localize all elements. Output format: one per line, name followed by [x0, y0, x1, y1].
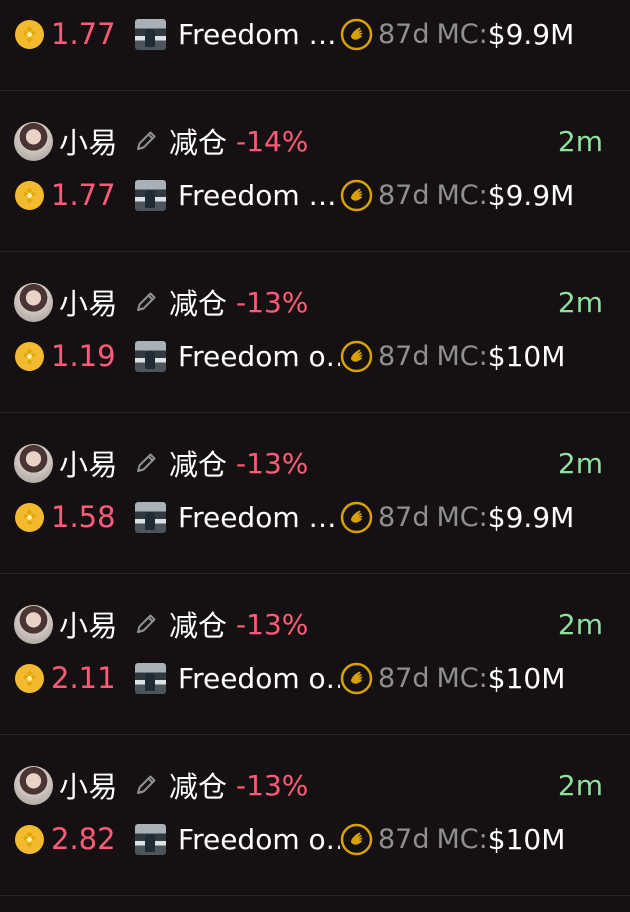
- trade-action: 减仓: [169, 126, 228, 160]
- trade-action: 减仓: [169, 448, 228, 482]
- trade-amount: 1.77: [51, 178, 116, 212]
- position-change-percent: -13%: [236, 607, 309, 641]
- trade-detail-row: 1.19 Freedom o… 87d MC: $10M: [14, 334, 603, 378]
- user-avatar[interactable]: [14, 282, 53, 322]
- pencil-icon: [131, 126, 161, 156]
- trade-card[interactable]: 1.77 Freedom … 87d MC: $9.9M: [0, 0, 630, 91]
- token-name[interactable]: Freedom …: [178, 179, 340, 212]
- token-name[interactable]: Freedom o…: [178, 340, 340, 373]
- token-age: 87d: [378, 501, 430, 533]
- user-name[interactable]: 小易: [59, 603, 118, 645]
- trade-amount: 2.82: [51, 822, 116, 856]
- market-cap-value: $10M: [487, 661, 566, 695]
- user-name[interactable]: 小易: [59, 120, 118, 162]
- user-avatar[interactable]: [14, 765, 53, 805]
- position-change-percent: -13%: [236, 285, 309, 319]
- bnb-icon: [14, 824, 45, 855]
- market-cap-value: $9.9M: [487, 178, 575, 212]
- token-age: 87d: [378, 18, 430, 50]
- trade-action: 减仓: [169, 609, 228, 643]
- token-age: 87d: [378, 662, 430, 694]
- trade-header-row: 小易 减仓 -13% 2m: [14, 280, 603, 324]
- trade-amount: 1.58: [51, 500, 116, 534]
- market-cap-label: MC:: [436, 662, 488, 694]
- pencil-icon: [131, 770, 161, 800]
- token-name[interactable]: Freedom o…: [178, 662, 340, 695]
- market-cap-label: MC:: [436, 823, 488, 855]
- market-cap-value: $10M: [487, 339, 566, 373]
- trade-card[interactable]: 小易 减仓 -13% 2m 1.19 Freedom o… 87d MC: $10M: [0, 252, 630, 413]
- trade-card[interactable]: 小易 减仓 -13% 2m 2.82 Freedom o… 87d MC: $10M: [0, 735, 630, 896]
- trade-feed: 1.77 Freedom … 87d MC: $9.9M 小易 减仓 -14% 2m 1.77 Fr…: [0, 0, 630, 912]
- token-avatar[interactable]: [135, 340, 166, 372]
- token-avatar[interactable]: [135, 179, 166, 211]
- pencil-icon: [131, 609, 161, 639]
- trade-detail-row: 2.82 Freedom o… 87d MC: $10M: [14, 817, 603, 861]
- trade-card[interactable]: 小易 减仓 -13% 2m 1.58 Freedom … 87d MC: $9.9M: [0, 413, 630, 574]
- waving-hand-icon: [340, 501, 373, 534]
- trade-amount: 1.77: [51, 17, 116, 51]
- market-cap-value: $9.9M: [487, 500, 575, 534]
- bnb-icon: [14, 663, 45, 694]
- user-name[interactable]: 小易: [59, 281, 118, 323]
- token-name[interactable]: Freedom o…: [178, 823, 340, 856]
- trade-detail-row: 1.58 Freedom … 87d MC: $9.9M: [14, 495, 603, 539]
- pencil-icon: [131, 448, 161, 478]
- market-cap-value: $10M: [487, 822, 566, 856]
- trade-amount: 1.19: [51, 339, 116, 373]
- trade-header-row: 小易 减仓 -13% 2m: [14, 441, 603, 485]
- token-age: 87d: [378, 340, 430, 372]
- token-name[interactable]: Freedom …: [178, 501, 340, 534]
- bnb-icon: [14, 19, 45, 50]
- position-change-percent: -14%: [236, 124, 309, 158]
- trade-detail-row: 1.77 Freedom … 87d MC: $9.9M: [14, 173, 603, 217]
- trade-header-row: 小易 减仓 -13% 2m: [14, 763, 603, 807]
- trade-card[interactable]: 小易 减仓 -13% 2m 2.11 Freedom o… 87d MC: $10M: [0, 574, 630, 735]
- trade-action: 减仓: [169, 770, 228, 804]
- trade-detail-row: 2.11 Freedom o… 87d MC: $10M: [14, 656, 603, 700]
- position-change-percent: -13%: [236, 768, 309, 802]
- trade-amount: 2.11: [51, 661, 116, 695]
- token-name[interactable]: Freedom …: [178, 18, 340, 51]
- market-cap-label: MC:: [436, 179, 488, 211]
- trade-detail-row: 1.77 Freedom … 87d MC: $9.9M: [14, 12, 603, 56]
- market-cap-label: MC:: [436, 501, 488, 533]
- token-age: 87d: [378, 179, 430, 211]
- market-cap-label: MC:: [436, 340, 488, 372]
- user-name[interactable]: 小易: [59, 764, 118, 806]
- waving-hand-icon: [340, 823, 373, 856]
- token-avatar[interactable]: [135, 18, 166, 50]
- bnb-icon: [14, 341, 45, 372]
- pencil-icon: [131, 287, 161, 317]
- user-avatar[interactable]: [14, 443, 53, 483]
- position-change-percent: -13%: [236, 446, 309, 480]
- user-avatar[interactable]: [14, 604, 53, 644]
- market-cap-label: MC:: [436, 18, 488, 50]
- waving-hand-icon: [340, 179, 373, 212]
- token-avatar[interactable]: [135, 662, 166, 694]
- token-avatar[interactable]: [135, 823, 166, 855]
- trade-action: 减仓: [169, 287, 228, 321]
- waving-hand-icon: [340, 18, 373, 51]
- waving-hand-icon: [340, 662, 373, 695]
- trade-time: 2m: [557, 446, 603, 480]
- trade-time: 2m: [557, 124, 603, 158]
- token-avatar[interactable]: [135, 501, 166, 533]
- bnb-icon: [14, 180, 45, 211]
- waving-hand-icon: [340, 340, 373, 373]
- market-cap-value: $9.9M: [487, 17, 575, 51]
- trade-header-row: 小易 减仓 -13% 2m: [14, 602, 603, 646]
- trade-card[interactable]: 小易 减仓 -14% 2m 1.77 Freedom … 87d MC: $9.9M: [0, 91, 630, 252]
- trade-time: 2m: [557, 607, 603, 641]
- user-avatar[interactable]: [14, 121, 53, 161]
- trade-header-row: 小易 减仓 -14% 2m: [14, 119, 603, 163]
- trade-time: 2m: [557, 285, 603, 319]
- bnb-icon: [14, 502, 45, 533]
- user-name[interactable]: 小易: [59, 442, 118, 484]
- token-age: 87d: [378, 823, 430, 855]
- trade-time: 2m: [557, 768, 603, 802]
